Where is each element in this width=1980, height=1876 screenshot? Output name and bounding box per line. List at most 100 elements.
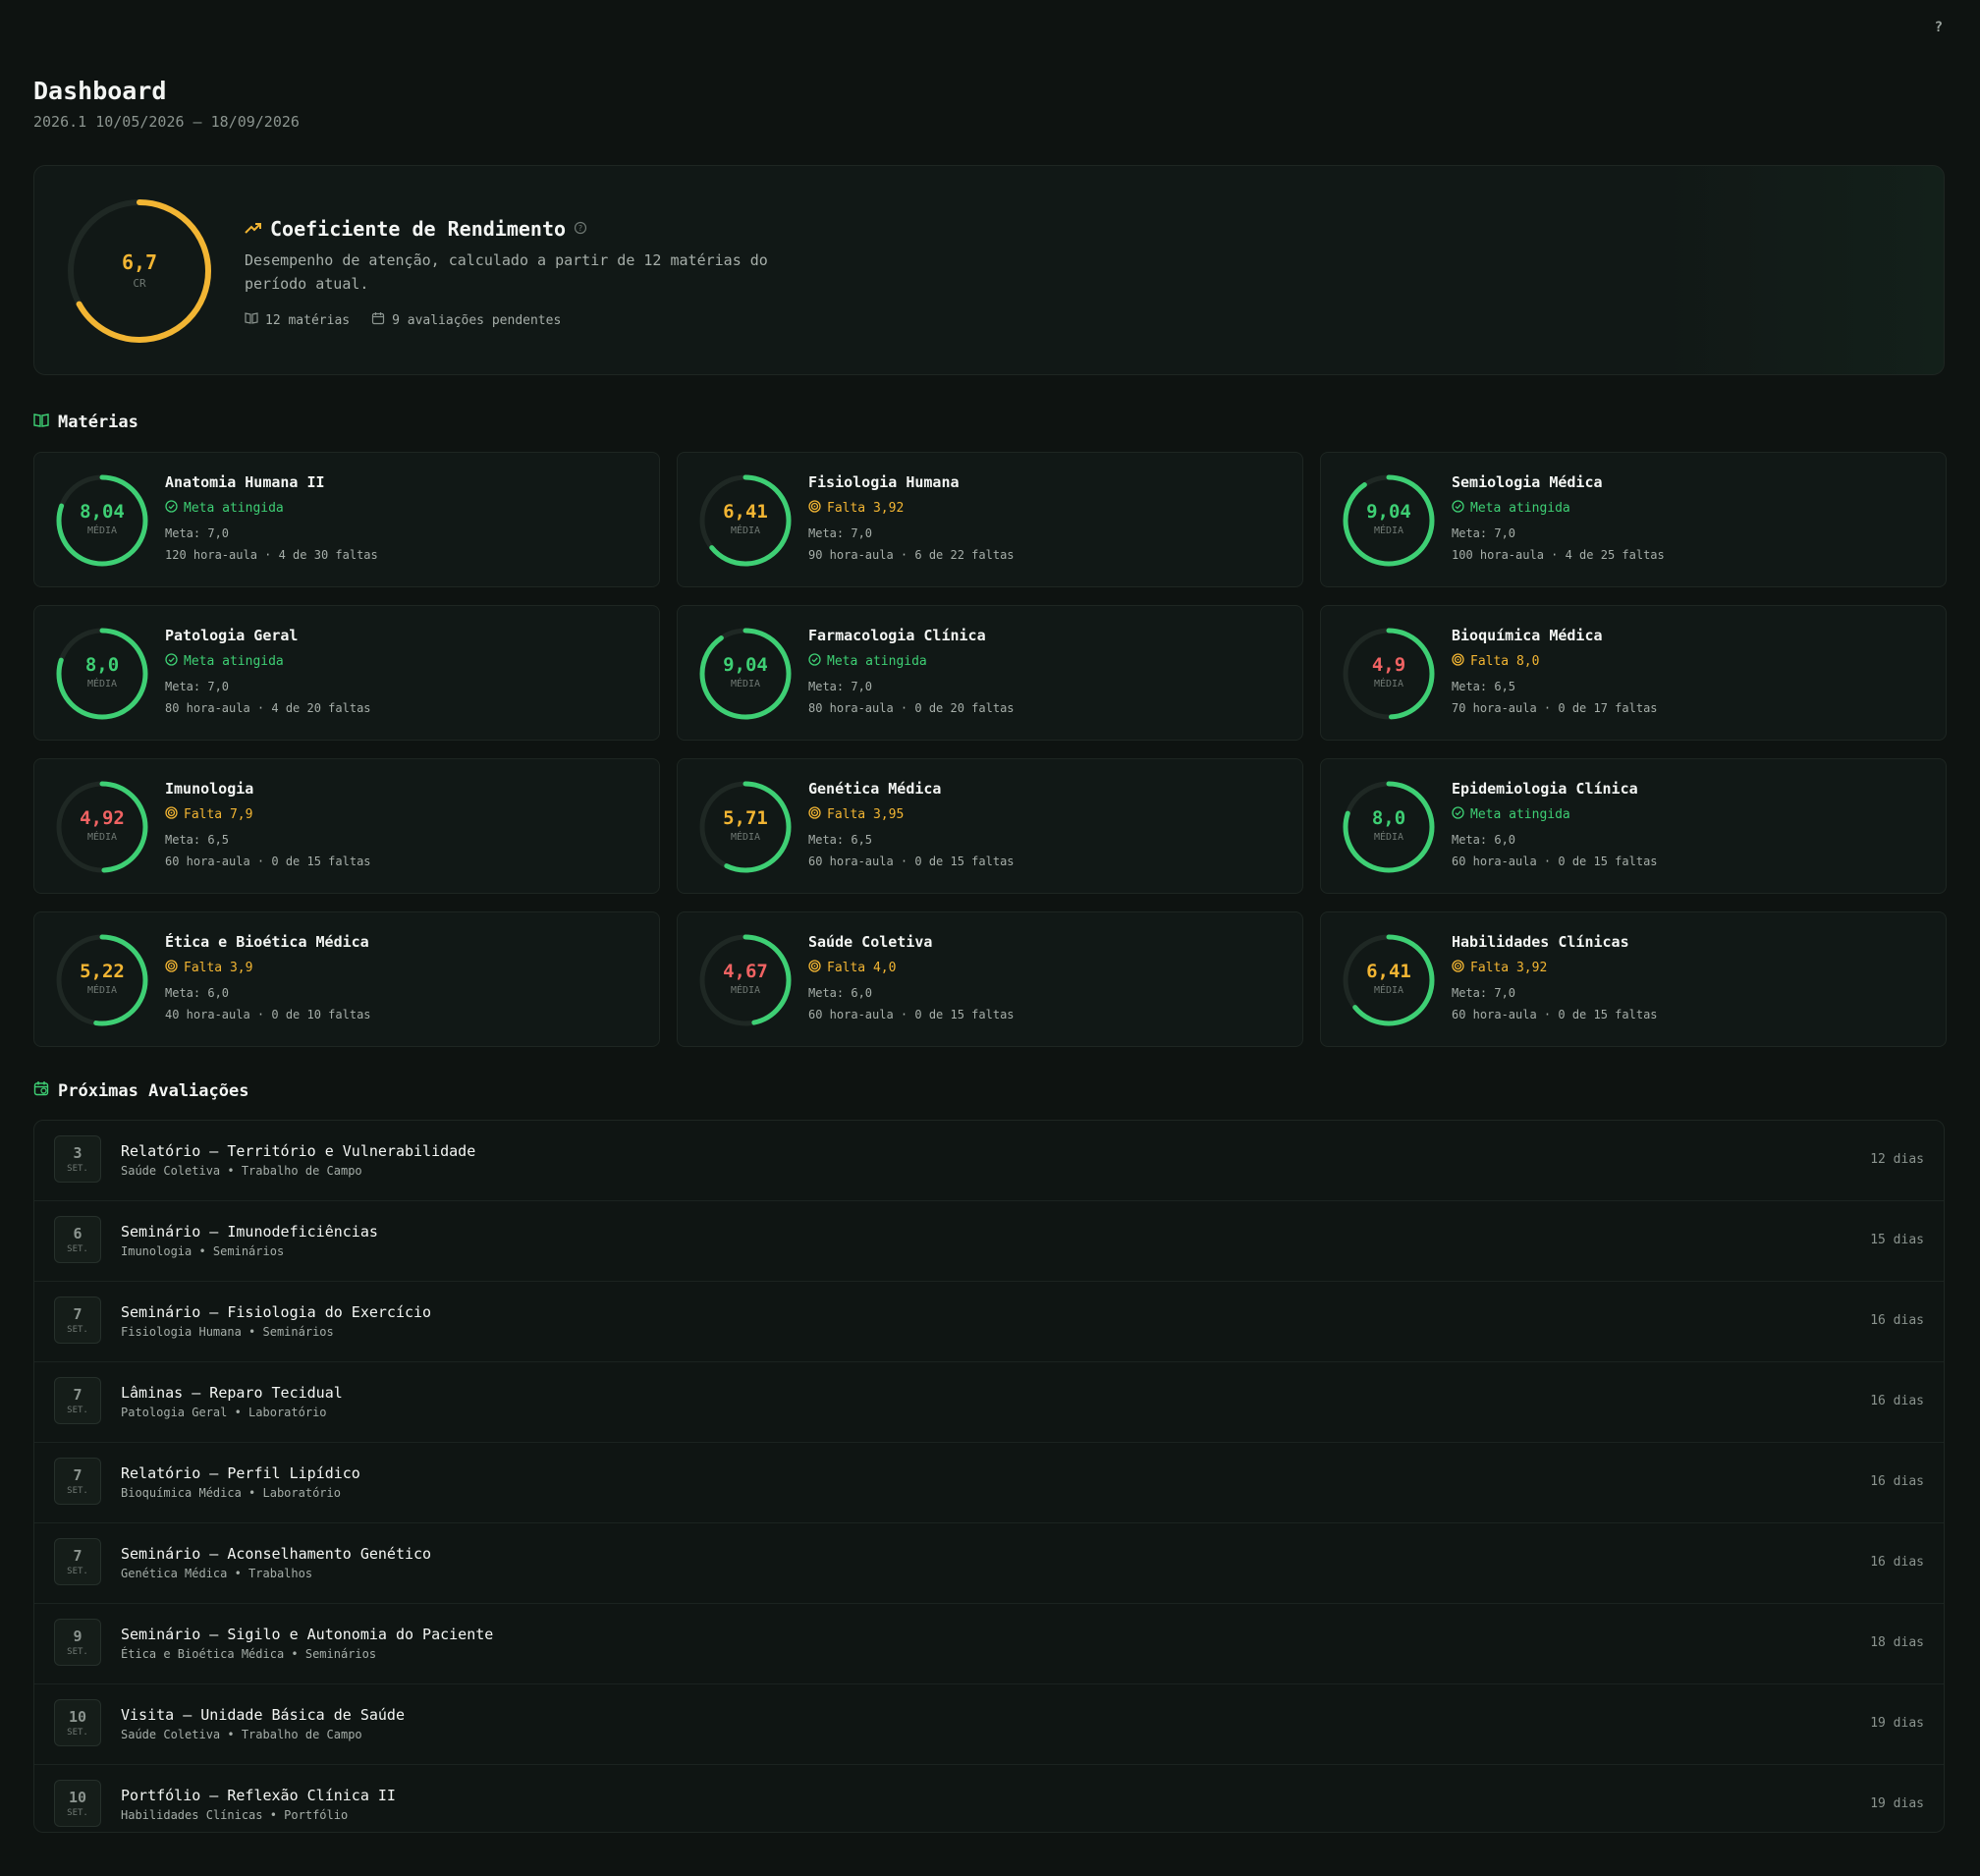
- evaluation-row[interactable]: 7 SET. Relatório — Perfil Lipídico Bioquími…: [34, 1443, 1944, 1523]
- average-progress-ring: 8,0 MÉDIA: [54, 626, 150, 722]
- subject-status: Meta atingida: [808, 653, 927, 670]
- days-remaining: 15 dias: [1870, 1233, 1924, 1247]
- subject-hours-absences: 80 hora-aula · 0 de 20 faltas: [808, 701, 1015, 715]
- average-value: 6,41: [1366, 961, 1411, 982]
- days-remaining: 18 dias: [1870, 1635, 1924, 1650]
- evaluation-row[interactable]: 7 SET. Seminário — Aconselhamento Genético…: [34, 1523, 1944, 1604]
- subject-hours-absences: 40 hora-aula · 0 de 10 faltas: [165, 1008, 371, 1021]
- date-month: SET.: [67, 1244, 88, 1254]
- date-month: SET.: [67, 1728, 88, 1738]
- calendar-icon: [371, 311, 385, 329]
- average-progress-ring: 5,71 MÉDIA: [697, 779, 794, 875]
- check-circle-icon: [808, 653, 821, 670]
- subject-card[interactable]: 9,04 MÉDIA Semiologia Médica Meta atingida M…: [1320, 452, 1947, 587]
- subject-card[interactable]: 9,04 MÉDIA Farmacologia Clínica Meta atingi…: [677, 605, 1303, 741]
- average-label: MÉDIA: [1373, 525, 1404, 536]
- date-day: 10: [68, 1789, 87, 1806]
- status-text: Falta 4,0: [827, 961, 897, 975]
- page-title: Dashboard: [33, 77, 167, 105]
- evaluation-row[interactable]: 7 SET. Seminário — Fisiologia do Exercício…: [34, 1282, 1944, 1362]
- average-value: 4,67: [723, 961, 768, 982]
- average-progress-ring: 4,92 MÉDIA: [54, 779, 150, 875]
- date-badge: 7 SET.: [54, 1377, 101, 1424]
- check-circle-icon: [165, 500, 178, 517]
- subject-hours-absences: 60 hora-aula · 0 de 15 faltas: [808, 855, 1015, 868]
- evaluation-subtitle: Saúde Coletiva • Trabalho de Campo: [121, 1728, 362, 1741]
- subject-card[interactable]: 5,22 MÉDIA Ética e Bioética Médica Falta 3,…: [33, 911, 660, 1047]
- help-button[interactable]: ?: [1935, 20, 1943, 35]
- check-circle-icon: [165, 653, 178, 670]
- subject-card[interactable]: 6,41 MÉDIA Habilidades Clínicas Falta 3,92 M…: [1320, 911, 1947, 1047]
- subject-goal: Meta: 7,0: [808, 680, 873, 693]
- subject-card[interactable]: 8,0 MÉDIA Patologia Geral Meta atingida Meta…: [33, 605, 660, 741]
- evaluation-row[interactable]: 7 SET. Lâminas — Reparo Tecidual Patologia …: [34, 1362, 1944, 1443]
- date-day: 7: [73, 1386, 82, 1404]
- status-text: Meta atingida: [1470, 807, 1570, 822]
- target-icon: [165, 806, 178, 823]
- status-text: Falta 3,9: [184, 961, 253, 975]
- subject-card[interactable]: 5,71 MÉDIA Genética Médica Falta 3,95 Meta: …: [677, 758, 1303, 894]
- cr-progress-ring: 6,7 CR: [66, 197, 213, 345]
- subject-card[interactable]: 4,92 MÉDIA Imunologia Falta 7,9 Meta: 6,5 60 …: [33, 758, 660, 894]
- book-icon: [33, 413, 49, 432]
- subject-status: Falta 3,92: [1452, 960, 1547, 976]
- status-text: Falta 3,95: [827, 807, 905, 822]
- subject-goal: Meta: 7,0: [1452, 986, 1516, 1000]
- svg-text:?: ?: [578, 224, 582, 233]
- average-progress-ring: 8,0 MÉDIA: [1341, 779, 1437, 875]
- period-subtitle: 2026.1 10/05/2026 – 18/09/2026: [33, 113, 300, 131]
- target-icon: [808, 806, 821, 823]
- subject-goal: Meta: 6,0: [165, 986, 230, 1000]
- subject-status: Falta 3,92: [808, 500, 904, 517]
- subject-goal: Meta: 6,0: [1452, 833, 1516, 847]
- evaluation-row[interactable]: 3 SET. Relatório — Território e Vulnerabil…: [34, 1121, 1944, 1201]
- subject-goal: Meta: 7,0: [165, 526, 230, 540]
- subject-goal: Meta: 6,5: [1452, 680, 1516, 693]
- status-text: Falta 8,0: [1470, 654, 1540, 669]
- cr-subjects-count: 12 matérias: [265, 312, 351, 328]
- subject-card[interactable]: 8,0 MÉDIA Epidemiologia Clínica Meta atingi…: [1320, 758, 1947, 894]
- subject-card[interactable]: 6,41 MÉDIA Fisiologia Humana Falta 3,92 Meta…: [677, 452, 1303, 587]
- evaluation-subtitle: Bioquímica Médica • Laboratório: [121, 1486, 341, 1500]
- average-label: MÉDIA: [730, 525, 761, 536]
- subject-status: Falta 7,9: [165, 806, 252, 823]
- days-remaining: 19 dias: [1870, 1796, 1924, 1811]
- days-remaining: 16 dias: [1870, 1313, 1924, 1328]
- average-label: MÉDIA: [730, 832, 761, 843]
- evaluation-row[interactable]: 6 SET. Seminário — Imunodeficiências Imunol…: [34, 1201, 1944, 1282]
- evaluation-subtitle: Saúde Coletiva • Trabalho de Campo: [121, 1164, 362, 1178]
- subject-card[interactable]: 4,67 MÉDIA Saúde Coletiva Falta 4,0 Meta: 6,…: [677, 911, 1303, 1047]
- info-icon[interactable]: ?: [574, 220, 587, 239]
- evaluation-row[interactable]: 9 SET. Seminário — Sigilo e Autonomia do P…: [34, 1604, 1944, 1684]
- evaluation-title: Seminário — Imunodeficiências: [121, 1223, 378, 1241]
- average-label: MÉDIA: [86, 985, 118, 996]
- section-title: Próximas Avaliações: [58, 1080, 249, 1101]
- subject-goal: Meta: 7,0: [808, 526, 873, 540]
- cr-description: Desempenho de atenção, calculado a parti…: [245, 251, 768, 293]
- average-value: 4,9: [1371, 654, 1406, 676]
- cr-label: CR: [133, 277, 146, 290]
- subject-card[interactable]: 8,04 MÉDIA Anatomia Humana II Meta atingida…: [33, 452, 660, 587]
- cr-value: 6,7: [121, 250, 158, 274]
- average-value: 6,41: [723, 501, 768, 523]
- evaluation-subtitle: Habilidades Clínicas • Portfólio: [121, 1808, 349, 1822]
- average-progress-ring: 4,67 MÉDIA: [697, 932, 794, 1028]
- status-text: Meta atingida: [1470, 501, 1570, 516]
- evaluation-title: Seminário — Sigilo e Autonomia do Pacien…: [121, 1626, 494, 1643]
- status-text: Falta 3,92: [1470, 961, 1548, 975]
- cr-pending-count: 9 avaliações pendentes: [392, 312, 562, 328]
- date-month: SET.: [67, 1647, 88, 1657]
- subject-hours-absences: 60 hora-aula · 0 de 15 faltas: [1452, 855, 1658, 868]
- evaluation-row[interactable]: 10 SET. Portfólio — Reflexão Clínica II Hab…: [34, 1765, 1944, 1832]
- subject-goal: Meta: 6,5: [165, 833, 230, 847]
- average-label: MÉDIA: [1373, 832, 1404, 843]
- subject-goal: Meta: 6,0: [808, 986, 873, 1000]
- evaluation-row[interactable]: 10 SET. Visita — Unidade Básica de Saúde Sa…: [34, 1684, 1944, 1765]
- evaluation-title: Relatório — Perfil Lipídico: [121, 1464, 360, 1482]
- evaluation-title: Visita — Unidade Básica de Saúde: [121, 1706, 405, 1724]
- subject-card[interactable]: 4,9 MÉDIA Bioquímica Médica Falta 8,0 Meta: …: [1320, 605, 1947, 741]
- subject-hours-absences: 120 hora-aula · 4 de 30 faltas: [165, 548, 378, 562]
- average-progress-ring: 6,41 MÉDIA: [697, 472, 794, 569]
- check-circle-icon: [1452, 806, 1464, 823]
- calendar-icon: [33, 1080, 49, 1101]
